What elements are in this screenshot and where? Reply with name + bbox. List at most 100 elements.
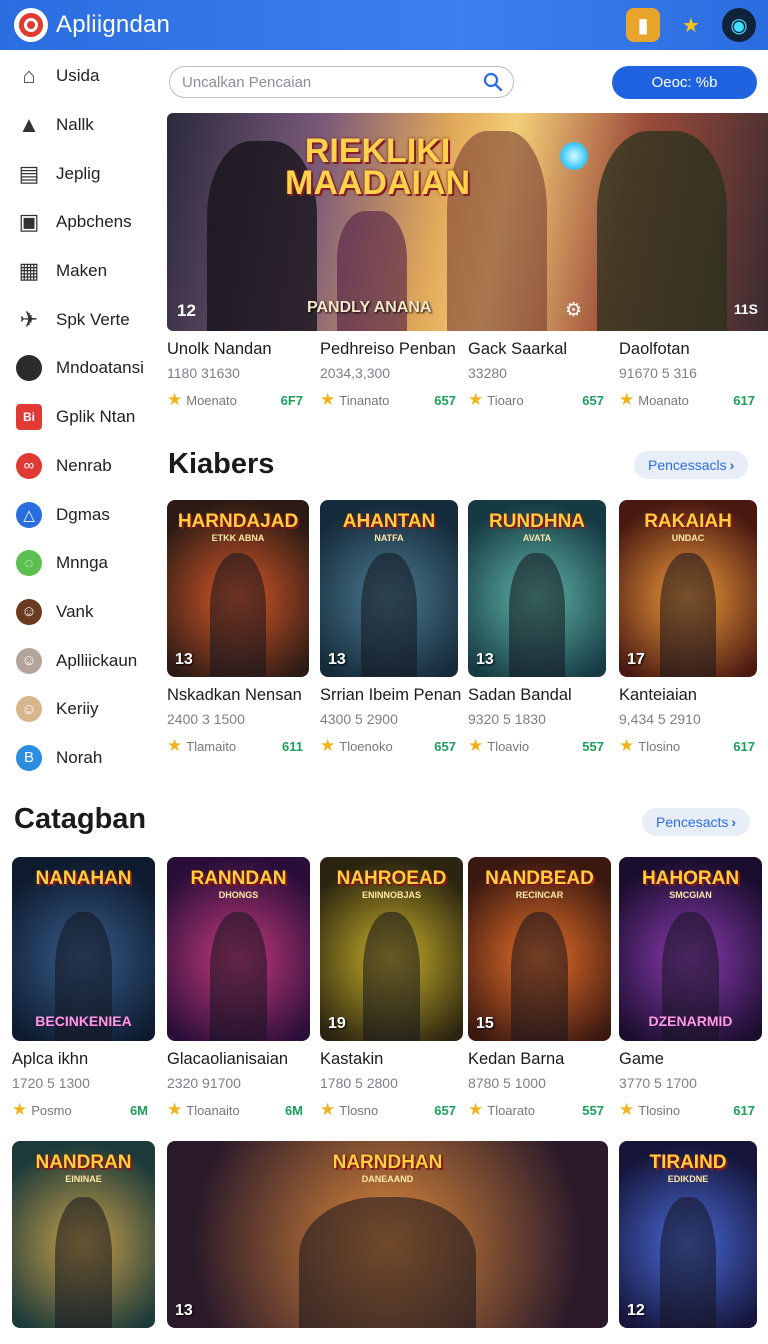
profile-avatar[interactable]: ◉ — [722, 8, 756, 42]
sidebar-item[interactable]: ✈ Spk Verte — [0, 295, 160, 344]
b-icon: B — [16, 744, 42, 771]
card-title[interactable]: Kedan Barna — [468, 1050, 618, 1069]
card-info: Nskadkan Nensan 2400 3 1500 ★ Tlamaito 611 — [167, 686, 317, 756]
sidebar-item[interactable]: ☺ Vank — [0, 588, 160, 637]
sidebar-item-label: Spk Verte — [56, 309, 130, 329]
age-badge: 12 — [627, 1302, 645, 1319]
thumbnail-title: RANNDAN — [190, 868, 287, 889]
thumbnail-subtitle: DHONGS — [218, 890, 259, 900]
age-badge: 15 — [476, 1015, 494, 1032]
house-icon: ▲ — [18, 112, 40, 138]
trophy-icon[interactable]: ★ — [674, 8, 708, 42]
game-thumbnail[interactable]: HARNDAJAD ETKK ABNA 13 — [167, 500, 309, 677]
age-badge: 13 — [175, 1302, 193, 1319]
sidebar-item[interactable]: ☺ Keriiy — [0, 685, 160, 734]
card-title[interactable]: Srrian Ibeim Penan — [320, 686, 470, 705]
sidebar-item-label: Mndoatansi — [56, 358, 144, 378]
game-thumbnail[interactable]: TIRAIND EDIKDNE 12 — [619, 1141, 757, 1328]
character-figure — [209, 912, 268, 1041]
star-icon: ★ — [468, 390, 484, 409]
card-score: 657 — [434, 1102, 456, 1118]
game-thumbnail[interactable]: RANNDAN DHONGS — [167, 857, 310, 1041]
see-more-button[interactable]: Pencessacls › — [634, 451, 749, 479]
card-title[interactable]: Gack Saarkal — [468, 340, 618, 359]
hero-banner[interactable]: RIEKLIKI MAADAIAN PANDLY ANANA 12 ⚙ 11S — [167, 113, 768, 331]
hero-count-badge: 11S — [733, 301, 758, 317]
game-thumbnail[interactable]: HAHORAN SMCGIAN DZENARMID — [619, 857, 762, 1041]
top-bar: Apliigndan ▮ ★ ◉ — [0, 0, 768, 50]
card-info: Pedhreiso Penban 2034,3,300 ★ Tinanato 657 — [320, 340, 470, 410]
card-title[interactable]: Aplca ikhn — [12, 1050, 162, 1069]
character-figure — [299, 1197, 476, 1328]
card-meta: 9,434 5 2910 — [619, 711, 701, 727]
thumbnail-title: NANDRAN — [35, 1152, 132, 1173]
gift-icon[interactable]: ▮ — [626, 8, 660, 42]
sidebar-item[interactable]: Mndoatansi — [0, 344, 160, 393]
card-meta: 1780 5 2800 — [320, 1075, 398, 1091]
cta-button[interactable]: Oeoc: %b — [612, 66, 757, 99]
sidebar-item[interactable]: ▤ Jeplig — [0, 149, 160, 198]
thumbnail-subtitle: ETKK ABNA — [211, 533, 265, 543]
sidebar-item[interactable]: △ Dgmas — [0, 490, 160, 539]
drive-icon: △ — [16, 501, 42, 528]
character-figure — [510, 912, 569, 1041]
game-thumbnail[interactable]: NANDRAN EININAE — [12, 1141, 155, 1328]
sidebar-item-label: Keriiy — [56, 699, 99, 719]
card-score: 617 — [733, 1102, 755, 1118]
sidebar-item[interactable]: ▦ Maken — [0, 247, 160, 296]
chevron-right-icon: › — [729, 457, 735, 473]
circle-icon — [16, 355, 42, 382]
sidebar-item-label: Dgmas — [56, 504, 110, 524]
hero-subtitle: PANDLY ANANA — [307, 299, 432, 316]
hero-title: RIEKLIKI MAADAIAN — [285, 132, 471, 203]
card-title[interactable]: Kastakin — [320, 1050, 470, 1069]
card-rating: Tloanaito — [186, 1102, 240, 1118]
age-badge: 13 — [328, 651, 346, 668]
settings-gear-icon[interactable]: ⚙ — [565, 299, 582, 322]
search-input[interactable]: Uncalkan Pencaian — [169, 66, 514, 98]
sidebar-item[interactable]: ∞ Nenrab — [0, 442, 160, 491]
chevron-right-icon: › — [731, 814, 737, 830]
card-meta: 33280 — [468, 365, 507, 381]
store-icon: ▤ — [18, 160, 40, 186]
app-title: Apliigndan — [56, 11, 171, 38]
card-info: Aplca ikhn 1720 5 1300 ★ Posmo 6M — [12, 1050, 162, 1120]
game-thumbnail[interactable]: RUNDHNA AVATA 13 — [468, 500, 606, 677]
card-title[interactable]: Nskadkan Nensan — [167, 686, 317, 705]
card-title[interactable]: Glacaolianisaian — [167, 1050, 317, 1069]
game-thumbnail[interactable]: AHANTAN NATFA 13 — [320, 500, 458, 677]
thumbnail-title: RUNDHNA — [488, 511, 586, 532]
home-icon: ⌂ — [22, 63, 36, 89]
star-icon: ★ — [167, 1100, 183, 1119]
card-info: Unolk Nandan 1180 31630 ★ Moenato 6F7 — [167, 340, 317, 410]
card-info: Glacaolianisaian 2320 91700 ★ Tloanaito 6M — [167, 1050, 317, 1120]
sidebar-item[interactable]: ▣ Apbchens — [0, 198, 160, 247]
game-thumbnail[interactable]: NAHROEAD ENINNOBJAS 19 — [320, 857, 463, 1041]
sidebar-item[interactable]: ◌ Mnnga — [0, 539, 160, 588]
sidebar-item[interactable]: Bi Gplik Ntan — [0, 393, 160, 442]
card-meta: 91670 5 316 — [619, 365, 697, 381]
search-placeholder: Uncalkan Pencaian — [182, 73, 312, 91]
glow-orb — [559, 141, 589, 171]
character-figure — [361, 553, 417, 677]
game-thumbnail[interactable]: NARNDHAN DANEAAND 13 — [167, 1141, 608, 1328]
thumbnail-subtitle: UNDAC — [671, 533, 705, 543]
card-title[interactable]: Sadan Bandal — [468, 686, 618, 705]
sidebar-item[interactable]: ☺ Aplliickaun — [0, 636, 160, 685]
avatar-icon: ☺ — [16, 598, 42, 625]
card-title[interactable]: Daolfotan — [619, 340, 768, 359]
game-thumbnail[interactable]: NANDBEAD RECINCAR 15 — [468, 857, 611, 1041]
sidebar-item[interactable]: ▲ Nallk — [0, 101, 160, 150]
search-icon[interactable] — [483, 72, 503, 92]
game-thumbnail[interactable]: RAKAIAH UNDAC 17 — [619, 500, 757, 677]
app-logo-icon[interactable] — [14, 8, 48, 42]
game-thumbnail[interactable]: NANAHAN BECINKENIEA — [12, 857, 155, 1041]
card-title[interactable]: Game — [619, 1050, 768, 1069]
card-title[interactable]: Kanteiaian — [619, 686, 768, 705]
sidebar-item[interactable]: B Norah — [0, 734, 160, 783]
card-title[interactable]: Unolk Nandan — [167, 340, 317, 359]
card-title[interactable]: Pedhreiso Penban — [320, 340, 470, 359]
sidebar-item[interactable]: ⌂ Usida — [0, 52, 160, 101]
sidebar-item-label: Mnnga — [56, 553, 108, 573]
see-more-button[interactable]: Pencesacts › — [642, 808, 751, 836]
